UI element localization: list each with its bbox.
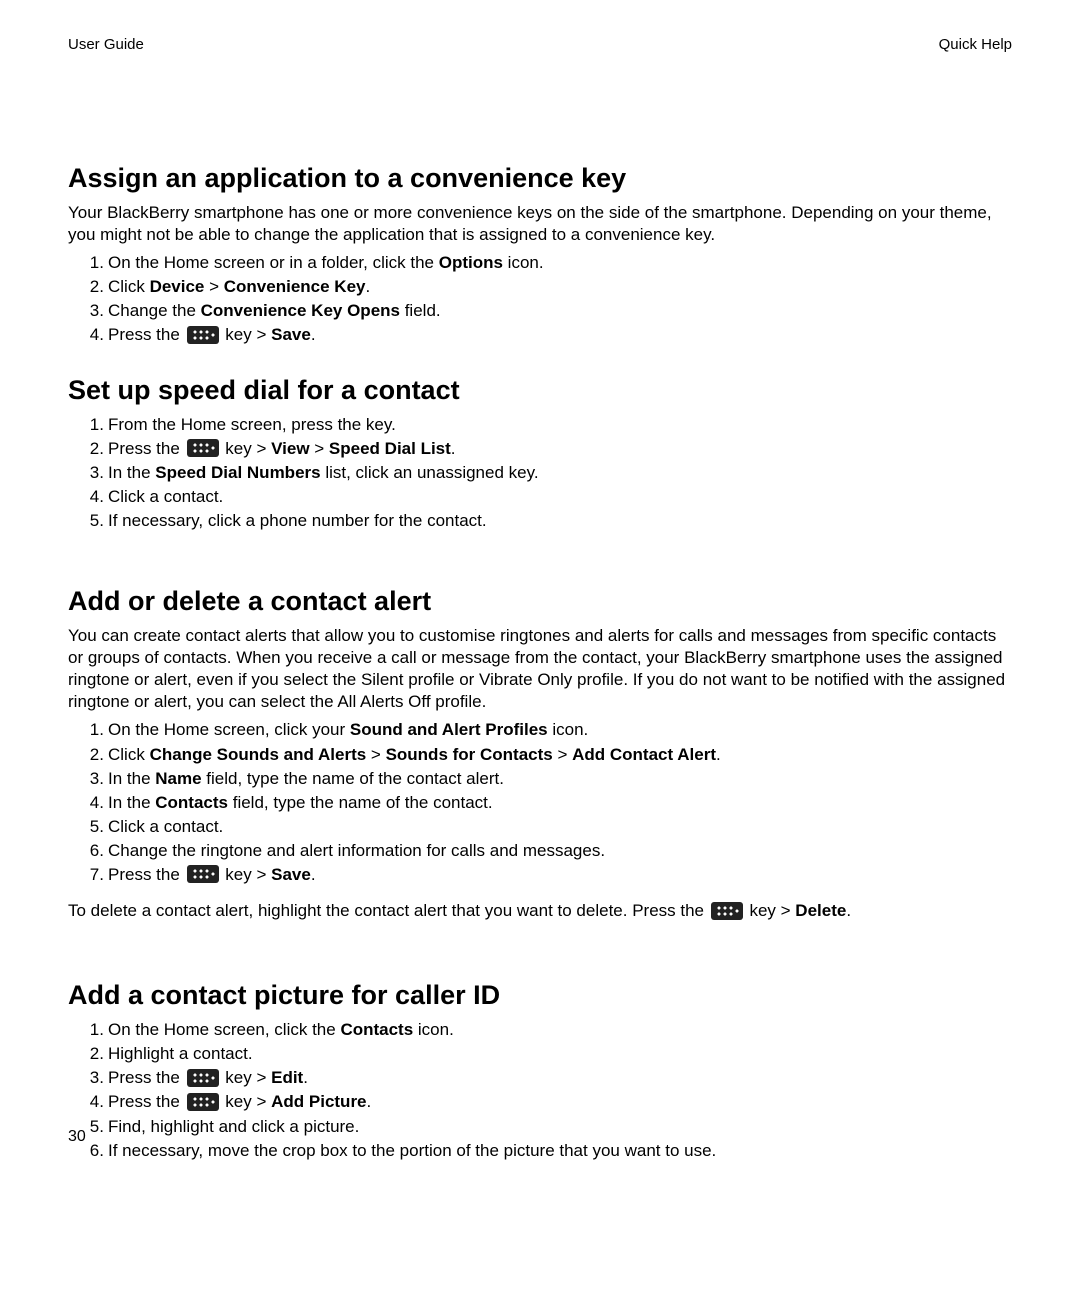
section-heading: Add or delete a contact alert <box>68 586 1012 617</box>
bold-text: Convenience Key <box>224 277 366 296</box>
step-item: Press the key > Add Picture. <box>108 1091 1012 1113</box>
step-item: On the Home screen, click the Contacts i… <box>108 1019 1012 1041</box>
step-item: If necessary, click a phone number for t… <box>108 510 1012 532</box>
step-item: Change the Convenience Key Opens field. <box>108 300 1012 322</box>
blackberry-menu-icon <box>187 865 219 883</box>
bold-text: Speed Dial Numbers <box>155 463 320 482</box>
bold-text: Sounds for Contacts <box>386 745 553 764</box>
bold-text: Device <box>150 277 205 296</box>
bold-text: View <box>271 439 309 458</box>
step-item: Change the ringtone and alert informatio… <box>108 840 1012 862</box>
section-heading: Set up speed dial for a contact <box>68 375 1012 406</box>
blackberry-menu-icon <box>187 1093 219 1111</box>
step-item: On the Home screen, click your Sound and… <box>108 719 1012 741</box>
bold-text: Contacts <box>340 1020 413 1039</box>
step-item: Press the key > Edit. <box>108 1067 1012 1089</box>
bold-text: Convenience Key Opens <box>201 301 400 320</box>
step-item: From the Home screen, press the key. <box>108 414 1012 436</box>
step-item: Click a contact. <box>108 816 1012 838</box>
step-item: On the Home screen or in a folder, click… <box>108 252 1012 274</box>
bold-text: Save <box>271 865 311 884</box>
bold-text: Speed Dial List <box>329 439 451 458</box>
blackberry-menu-icon <box>187 1069 219 1087</box>
header-right: Quick Help <box>939 36 1012 53</box>
bold-text: Sound and Alert Profiles <box>350 720 548 739</box>
step-item: Find, highlight and click a picture. <box>108 1116 1012 1138</box>
step-item: Press the key > Save. <box>108 324 1012 346</box>
step-item: In the Name field, type the name of the … <box>108 768 1012 790</box>
page-number: 30 <box>68 1128 86 1146</box>
step-list: From the Home screen, press the key.Pres… <box>68 414 1012 532</box>
section-intro: You can create contact alerts that allow… <box>68 625 1012 713</box>
header-left: User Guide <box>68 36 144 53</box>
step-item: Click Device > Convenience Key. <box>108 276 1012 298</box>
step-item: Press the key > Save. <box>108 864 1012 886</box>
bold-text: Contacts <box>155 793 228 812</box>
section-intro: Your BlackBerry smartphone has one or mo… <box>68 202 1012 246</box>
bold-text: Options <box>439 253 503 272</box>
section-heading: Assign an application to a convenience k… <box>68 163 1012 194</box>
bold-text: Change Sounds and Alerts <box>150 745 367 764</box>
step-item: In the Speed Dial Numbers list, click an… <box>108 462 1012 484</box>
step-item: Click a contact. <box>108 486 1012 508</box>
section-afternote: To delete a contact alert, highlight the… <box>68 900 1012 922</box>
blackberry-menu-icon <box>187 326 219 344</box>
bold-text: Save <box>271 325 311 344</box>
step-item: Click Change Sounds and Alerts > Sounds … <box>108 744 1012 766</box>
section-heading: Add a contact picture for caller ID <box>68 980 1012 1011</box>
bold-text: Name <box>155 769 201 788</box>
bold-text: Add Picture <box>271 1092 366 1111</box>
step-item: In the Contacts field, type the name of … <box>108 792 1012 814</box>
bold-text: Delete <box>795 901 846 920</box>
step-item: Highlight a contact. <box>108 1043 1012 1065</box>
document-body: Assign an application to a convenience k… <box>68 163 1012 1162</box>
bold-text: Edit <box>271 1068 303 1087</box>
bold-text: Add Contact Alert <box>572 745 716 764</box>
step-list: On the Home screen or in a folder, click… <box>68 252 1012 346</box>
step-item: If necessary, move the crop box to the p… <box>108 1140 1012 1162</box>
step-list: On the Home screen, click your Sound and… <box>68 719 1012 886</box>
blackberry-menu-icon <box>711 902 743 920</box>
step-list: On the Home screen, click the Contacts i… <box>68 1019 1012 1162</box>
step-item: Press the key > View > Speed Dial List. <box>108 438 1012 460</box>
blackberry-menu-icon <box>187 439 219 457</box>
